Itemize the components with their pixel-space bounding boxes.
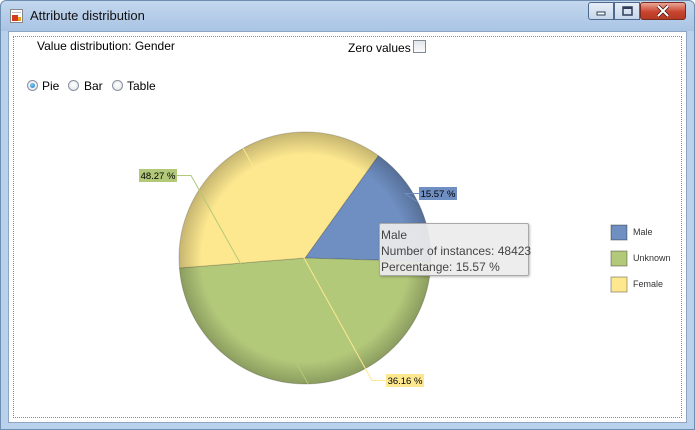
maximize-icon	[622, 6, 633, 16]
maximize-button[interactable]	[614, 2, 640, 20]
data-label-male: 15.57 %	[421, 189, 456, 200]
tooltip-category: Male	[381, 228, 408, 242]
minimize-button[interactable]	[588, 2, 614, 20]
window-title: Attribute distribution	[30, 8, 145, 23]
legend-label-female: Female	[633, 279, 663, 289]
legend-swatch-female	[610, 276, 628, 293]
data-label-unknown: 48.27 %	[141, 171, 176, 182]
data-label-female: 36.16 %	[388, 376, 423, 387]
tooltip-instances: Number of instances: 48423	[381, 244, 532, 258]
close-button[interactable]	[640, 2, 686, 20]
minimize-icon	[596, 11, 606, 16]
title-bar[interactable]: Attribute distribution	[1, 1, 694, 31]
pie-chart[interactable]: 15.57 % 48.27 % 36.16 % Male Unknown Female	[9, 32, 686, 422]
app-icon	[10, 9, 23, 23]
legend-swatch-unknown	[610, 250, 628, 267]
client-area: Value distribution: Gender Zero values P…	[8, 31, 687, 423]
attribute-distribution-window: Attribute distribution Value distributio…	[0, 0, 695, 430]
legend-swatch-male	[610, 224, 628, 241]
slice-tooltip: Male Number of instances: 48423 Percenta…	[379, 223, 532, 276]
legend-label-male: Male	[633, 227, 653, 237]
legend-label-unknown: Unknown	[633, 253, 671, 263]
close-icon	[656, 4, 670, 18]
tooltip-percentage: Percentange: 15.57 %	[381, 260, 500, 274]
